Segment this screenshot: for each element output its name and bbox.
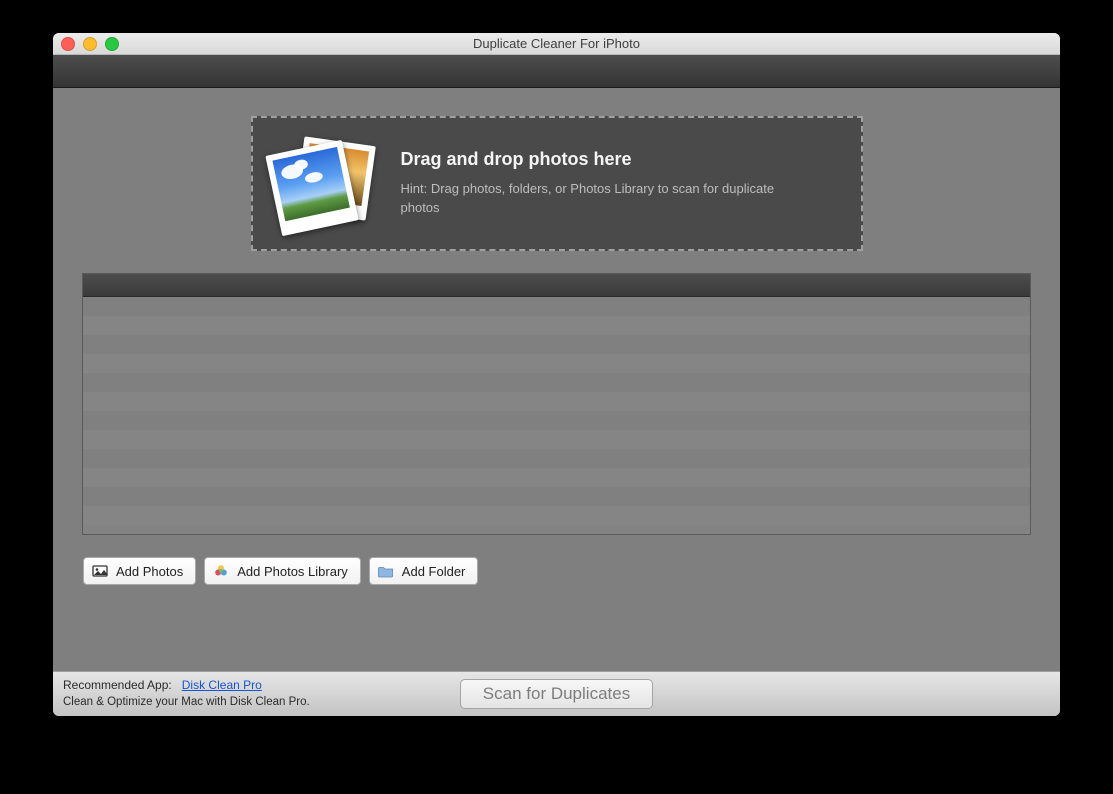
list-row: [83, 297, 1030, 316]
add-folder-label: Add Folder: [402, 564, 466, 579]
list-row: [83, 487, 1030, 506]
dropzone-headline: Drag and drop photos here: [401, 149, 801, 170]
recommend-label: Recommended App:: [63, 678, 172, 692]
photos-library-icon: [213, 563, 229, 579]
content-area: Drag and drop photos here Hint: Drag pho…: [53, 88, 1060, 671]
folder-icon: [378, 563, 394, 579]
list-row: [83, 506, 1030, 525]
toolbar: [53, 55, 1060, 88]
add-photos-library-button[interactable]: Add Photos Library: [204, 557, 361, 585]
scan-for-duplicates-button[interactable]: Scan for Duplicates: [460, 679, 653, 709]
list-row: [83, 411, 1030, 430]
dropzone-hint: Hint: Drag photos, folders, or Photos Li…: [401, 180, 801, 218]
photos-stack-icon: [263, 129, 383, 239]
add-folder-button[interactable]: Add Folder: [369, 557, 479, 585]
add-photos-library-label: Add Photos Library: [237, 564, 348, 579]
bottom-bar: Recommended App: Disk Clean Pro Clean & …: [53, 671, 1060, 716]
window-controls: [61, 37, 119, 51]
minimize-icon[interactable]: [83, 37, 97, 51]
recommend-sub: Clean & Optimize your Mac with Disk Clea…: [63, 696, 310, 708]
window-title: Duplicate Cleaner For iPhoto: [473, 36, 640, 51]
add-photos-label: Add Photos: [116, 564, 183, 579]
close-icon[interactable]: [61, 37, 75, 51]
add-photos-button[interactable]: Add Photos: [83, 557, 196, 585]
photo-icon: [92, 563, 108, 579]
list-row: [83, 392, 1030, 411]
app-window: Duplicate Cleaner For iPhoto Drag and dr…: [53, 33, 1060, 716]
list-row: [83, 373, 1030, 392]
list-row: [83, 430, 1030, 449]
disk-clean-pro-link[interactable]: Disk Clean Pro: [182, 678, 262, 692]
list-row: [83, 316, 1030, 335]
zoom-icon[interactable]: [105, 37, 119, 51]
titlebar[interactable]: Duplicate Cleaner For iPhoto: [53, 33, 1060, 55]
recommend-block: Recommended App: Disk Clean Pro Clean & …: [63, 678, 310, 708]
list-row: [83, 335, 1030, 354]
results-list[interactable]: [82, 273, 1031, 535]
list-row: [83, 468, 1030, 487]
list-body: [83, 297, 1030, 534]
list-header: [83, 274, 1030, 297]
drop-zone[interactable]: Drag and drop photos here Hint: Drag pho…: [251, 116, 863, 251]
action-buttons-row: Add Photos Add Photos Library: [83, 557, 478, 585]
list-row: [83, 354, 1030, 373]
list-row: [83, 449, 1030, 468]
